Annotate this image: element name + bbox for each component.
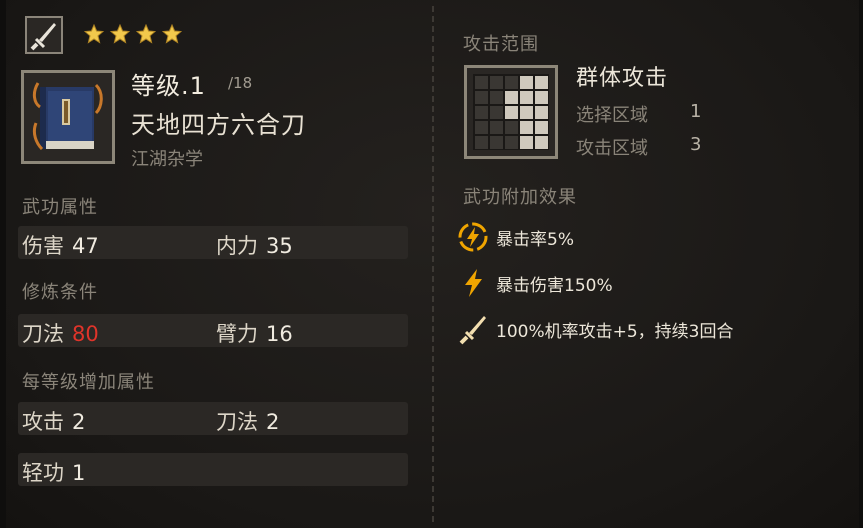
blade-bonus-label: 刀法 (216, 410, 258, 434)
attack-area-value: 3 (690, 134, 702, 155)
requirements-row: 刀法 80 臂力 16 (18, 314, 408, 347)
star-icon (110, 24, 130, 44)
attack-area-row: 攻击区域 3 (576, 134, 701, 160)
panel-edge-left (0, 0, 6, 528)
arm-req-value: 16 (266, 322, 293, 346)
effect-text: 暴击率5% (496, 229, 574, 250)
attributes-label: 武功属性 (22, 197, 98, 218)
requirements-label: 修炼条件 (22, 282, 98, 303)
per-level-row-2: 轻功 1 (18, 453, 408, 486)
sword-icon (459, 316, 486, 345)
star-icon (136, 24, 156, 44)
star-icon (162, 24, 182, 44)
damage-value: 47 (72, 234, 99, 258)
agility-bonus-value: 1 (72, 461, 86, 485)
lightning-icon (465, 269, 482, 297)
effect-text: 暴击伤害150% (496, 275, 613, 296)
select-area-row: 选择区域 1 (576, 101, 701, 127)
blade-req-label: 刀法 (22, 322, 64, 346)
skill-level-max: /18 (228, 74, 253, 92)
blade-bonus-value: 2 (266, 410, 280, 434)
damage-label: 伤害 (22, 234, 64, 258)
blue-book-icon (21, 70, 115, 164)
skill-category: 江湖杂学 (131, 149, 203, 170)
per-level-row-1: 攻击 2 刀法 2 (18, 402, 408, 435)
effect-item: 暴击伤害150% (456, 266, 613, 300)
skill-name: 天地四方六合刀 (131, 111, 306, 139)
arm-req-label: 臂力 (216, 322, 258, 346)
attack-area-label: 攻击区域 (576, 138, 648, 159)
internal-label: 内力 (216, 234, 258, 258)
attack-range-type: 群体攻击 (576, 66, 669, 91)
agility-bonus: 轻功 1 (22, 457, 85, 487)
internal-stat: 内力 35 (216, 230, 293, 260)
select-area-value: 1 (690, 101, 702, 122)
column-divider (432, 6, 434, 522)
blade-bonus: 刀法 2 (216, 406, 279, 436)
attack-bonus-label: 攻击 (22, 410, 64, 434)
attack-range-label: 攻击范围 (463, 34, 539, 55)
blade-requirement: 刀法 80 (22, 318, 99, 348)
effect-item: 100%机率攻击+5，持续3回合 (456, 312, 733, 346)
arm-requirement: 臂力 16 (216, 318, 293, 348)
skill-level: 等级.1 (131, 72, 206, 100)
blade-req-value: 80 (72, 322, 99, 346)
panel-edge-right (859, 0, 863, 528)
skill-detail-panel: 等级.1 /18 天地四方六合刀 江湖杂学 武功属性 伤害 47 内力 35 修炼条… (0, 0, 863, 528)
damage-stat: 伤害 47 (22, 230, 99, 260)
per-level-label: 每等级增加属性 (22, 372, 155, 393)
select-area-label: 选择区域 (576, 105, 648, 126)
effects-label: 武功附加效果 (463, 187, 577, 208)
range-grid-icon (464, 65, 558, 159)
agility-bonus-label: 轻功 (22, 461, 64, 485)
attack-bonus-value: 2 (72, 410, 86, 434)
attack-bonus: 攻击 2 (22, 406, 85, 436)
star-rating (84, 24, 182, 44)
star-icon (84, 24, 104, 44)
internal-value: 35 (266, 234, 293, 258)
effect-item: 暴击率5% (456, 220, 574, 254)
sword-icon (25, 16, 63, 54)
effect-text: 100%机率攻击+5，持续3回合 (496, 321, 734, 342)
attributes-row: 伤害 47 内力 35 (18, 226, 408, 259)
lightning-circle-icon (458, 222, 488, 252)
